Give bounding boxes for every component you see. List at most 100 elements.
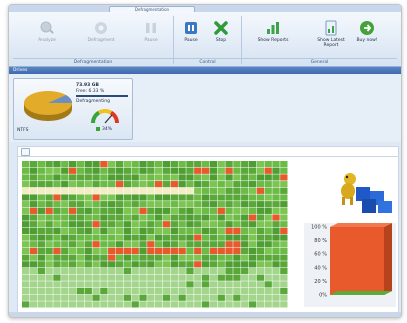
cluster-block — [280, 301, 288, 308]
cluster-block — [76, 261, 85, 268]
cluster-block — [225, 281, 233, 288]
cluster-block — [76, 194, 85, 201]
cluster-block — [53, 274, 61, 281]
cluster-block — [170, 261, 178, 268]
cluster-block — [209, 214, 218, 221]
cluster-block — [108, 181, 116, 188]
cluster-block — [61, 274, 69, 281]
cluster-block — [186, 281, 194, 288]
cluster-block — [178, 227, 186, 234]
cluster-block — [233, 274, 241, 281]
cluster-block — [256, 241, 265, 248]
cluster-block — [155, 181, 163, 188]
cluster-block — [84, 267, 92, 275]
cluster-block — [37, 187, 45, 194]
show-latest-report-button[interactable]: Show Latest Report — [311, 14, 351, 54]
cluster-block — [264, 241, 272, 248]
cluster-block — [61, 281, 69, 288]
cluster-block — [280, 234, 288, 241]
cluster-block — [100, 267, 108, 275]
drive-info-panel: NTFS 73.93 GB Free: 6.33 % Defragmenting… — [9, 74, 401, 142]
drive-card[interactable]: NTFS 73.93 GB Free: 6.33 % Defragmenting… — [13, 78, 133, 140]
cluster-block — [272, 201, 280, 208]
cluster-block — [84, 241, 92, 248]
cluster-block — [61, 294, 69, 301]
cluster-block — [76, 287, 85, 295]
cluster-block — [225, 274, 233, 281]
cluster-block — [233, 187, 241, 194]
cluster-block — [45, 281, 53, 288]
cluster-block — [225, 161, 233, 168]
cluster-block — [100, 287, 108, 295]
cluster-block — [241, 174, 249, 181]
cluster-block — [45, 194, 53, 201]
cluster-block — [61, 241, 69, 248]
cluster-block — [84, 247, 92, 255]
cluster-block — [217, 294, 225, 301]
cluster-block — [29, 201, 38, 208]
cluster-block — [209, 287, 218, 295]
cluster-block — [201, 201, 210, 208]
stop-button[interactable]: Stop — [201, 14, 241, 54]
cluster-block — [37, 221, 45, 228]
cluster-block — [162, 214, 171, 221]
cluster-block — [209, 181, 218, 188]
cluster-block — [272, 194, 280, 201]
show-reports-button[interactable]: Show Reports — [253, 14, 293, 54]
cluster-block — [84, 274, 92, 281]
cluster-block — [162, 207, 171, 214]
cluster-block — [241, 201, 249, 208]
cluster-block — [68, 207, 77, 214]
chart-y-tick-label: 100 % — [311, 225, 327, 231]
cluster-block — [37, 181, 45, 188]
buy-now-button[interactable]: Buy now! — [347, 14, 387, 54]
cluster-block — [100, 274, 108, 281]
cluster-block — [76, 201, 85, 208]
cluster-block — [147, 214, 155, 221]
cluster-block — [248, 301, 257, 308]
cluster-block — [84, 221, 92, 228]
cluster-block — [45, 181, 53, 188]
cluster-block — [201, 161, 210, 168]
cluster-block — [186, 201, 194, 208]
cluster-block — [53, 247, 61, 255]
cluster-block — [209, 194, 218, 201]
cluster-block — [194, 234, 202, 241]
map-tab-icon[interactable] — [21, 148, 30, 156]
cluster-block — [194, 181, 202, 188]
cluster-block — [248, 167, 257, 174]
cluster-block — [241, 187, 249, 194]
cluster-block — [217, 241, 225, 248]
cluster-block — [139, 221, 147, 228]
cluster-block — [131, 267, 139, 275]
chart-y-tick-label: 60 % — [314, 252, 327, 258]
defragment-button[interactable]: Defragment — [81, 14, 121, 54]
cluster-block — [280, 227, 288, 234]
cluster-block — [280, 254, 288, 261]
fragmentation-gauge-icon — [90, 109, 120, 124]
cluster-block — [241, 241, 249, 248]
cluster-block — [29, 194, 38, 201]
cluster-block — [186, 267, 194, 275]
cluster-block — [92, 167, 100, 174]
analyze-button[interactable]: Analyze — [27, 14, 67, 54]
cluster-block — [68, 234, 77, 241]
cluster-block — [61, 247, 69, 255]
pause-button-disabled[interactable]: Pause — [131, 14, 171, 54]
cluster-block — [209, 281, 218, 288]
cluster-block — [155, 261, 163, 268]
cluster-block — [147, 247, 155, 255]
cluster-block — [37, 161, 45, 168]
cluster-block — [256, 187, 265, 194]
cluster-block — [76, 161, 85, 168]
cluster-block — [147, 174, 155, 181]
cluster-block — [61, 267, 69, 275]
cluster-block — [76, 214, 85, 221]
cluster-block — [162, 227, 171, 234]
cluster-block — [209, 234, 218, 241]
cluster-block — [131, 301, 139, 308]
cluster-block — [131, 187, 139, 194]
cluster-block — [186, 254, 194, 261]
cluster-block — [100, 221, 108, 228]
cluster-block — [108, 301, 116, 308]
